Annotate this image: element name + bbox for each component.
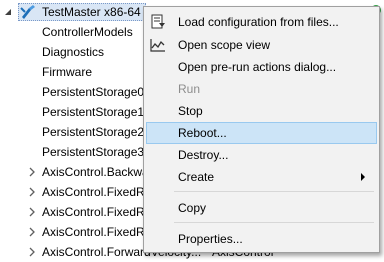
menu-item-create[interactable]: Create xyxy=(146,166,377,188)
tree-item-label: AxisControl.Backwa xyxy=(42,165,149,179)
menu-item-properties[interactable]: Properties... xyxy=(146,228,377,250)
menu-item-label: Open scope view xyxy=(178,38,271,52)
tree-item-label: AxisControl.FixedR xyxy=(42,225,145,239)
expand-chevron-icon[interactable] xyxy=(27,246,37,258)
menu-item-label: Open pre-run actions dialog... xyxy=(178,60,337,74)
menu-item-label: Load configuration from files... xyxy=(178,15,339,29)
menu-item-open-pre-run-actions[interactable]: Open pre-run actions dialog... xyxy=(146,56,377,78)
context-menu: Load configuration from files... Open sc… xyxy=(143,6,380,253)
tree-root-label: TestMaster x86-64 xyxy=(42,5,141,19)
tree-item-label: PersistentStorage1 xyxy=(42,105,145,119)
submenu-arrow-icon xyxy=(361,173,365,181)
menu-item-label: Properties... xyxy=(178,232,243,246)
menu-item-destroy[interactable]: Destroy... xyxy=(146,144,377,166)
menu-item-label: Destroy... xyxy=(178,148,229,162)
collapse-chevron-icon[interactable] xyxy=(3,7,13,17)
menu-item-run: Run xyxy=(146,78,377,100)
test-master-icon xyxy=(20,5,35,19)
load-config-icon xyxy=(151,14,165,29)
menu-item-reboot[interactable]: Reboot... xyxy=(146,122,377,144)
tree-item-label: Firmware xyxy=(42,65,92,79)
menu-separator xyxy=(174,191,374,192)
scope-view-icon xyxy=(150,39,165,52)
menu-item-open-scope-view[interactable]: Open scope view xyxy=(146,34,377,56)
menu-item-label: Run xyxy=(178,82,201,96)
menu-item-label: Reboot... xyxy=(178,126,227,140)
tree-item-label: AxisControl.FixedR xyxy=(42,205,145,219)
tree-item-label: PersistentStorage0 xyxy=(42,85,145,99)
tree-item-label: Diagnostics xyxy=(42,45,105,59)
menu-item-label: Stop xyxy=(178,104,203,118)
tree-item-label: PersistentStorage2 xyxy=(42,125,145,139)
menu-item-stop[interactable]: Stop xyxy=(146,100,377,122)
tree-item-label: AxisControl.FixedR xyxy=(42,185,145,199)
expand-chevron-icon[interactable] xyxy=(27,206,37,218)
menu-item-label: Copy xyxy=(178,201,207,215)
tree-item-label: ControllerModels xyxy=(42,25,133,39)
menu-separator xyxy=(174,222,374,223)
tree-item-label: PersistentStorage3 xyxy=(42,145,145,159)
menu-item-label: Create xyxy=(178,170,215,184)
menu-item-copy[interactable]: Copy xyxy=(146,197,377,219)
expand-chevron-icon[interactable] xyxy=(27,186,37,198)
expand-chevron-icon[interactable] xyxy=(27,226,37,238)
menu-item-load-configuration[interactable]: Load configuration from files... xyxy=(146,11,377,33)
expand-chevron-icon[interactable] xyxy=(27,166,37,178)
